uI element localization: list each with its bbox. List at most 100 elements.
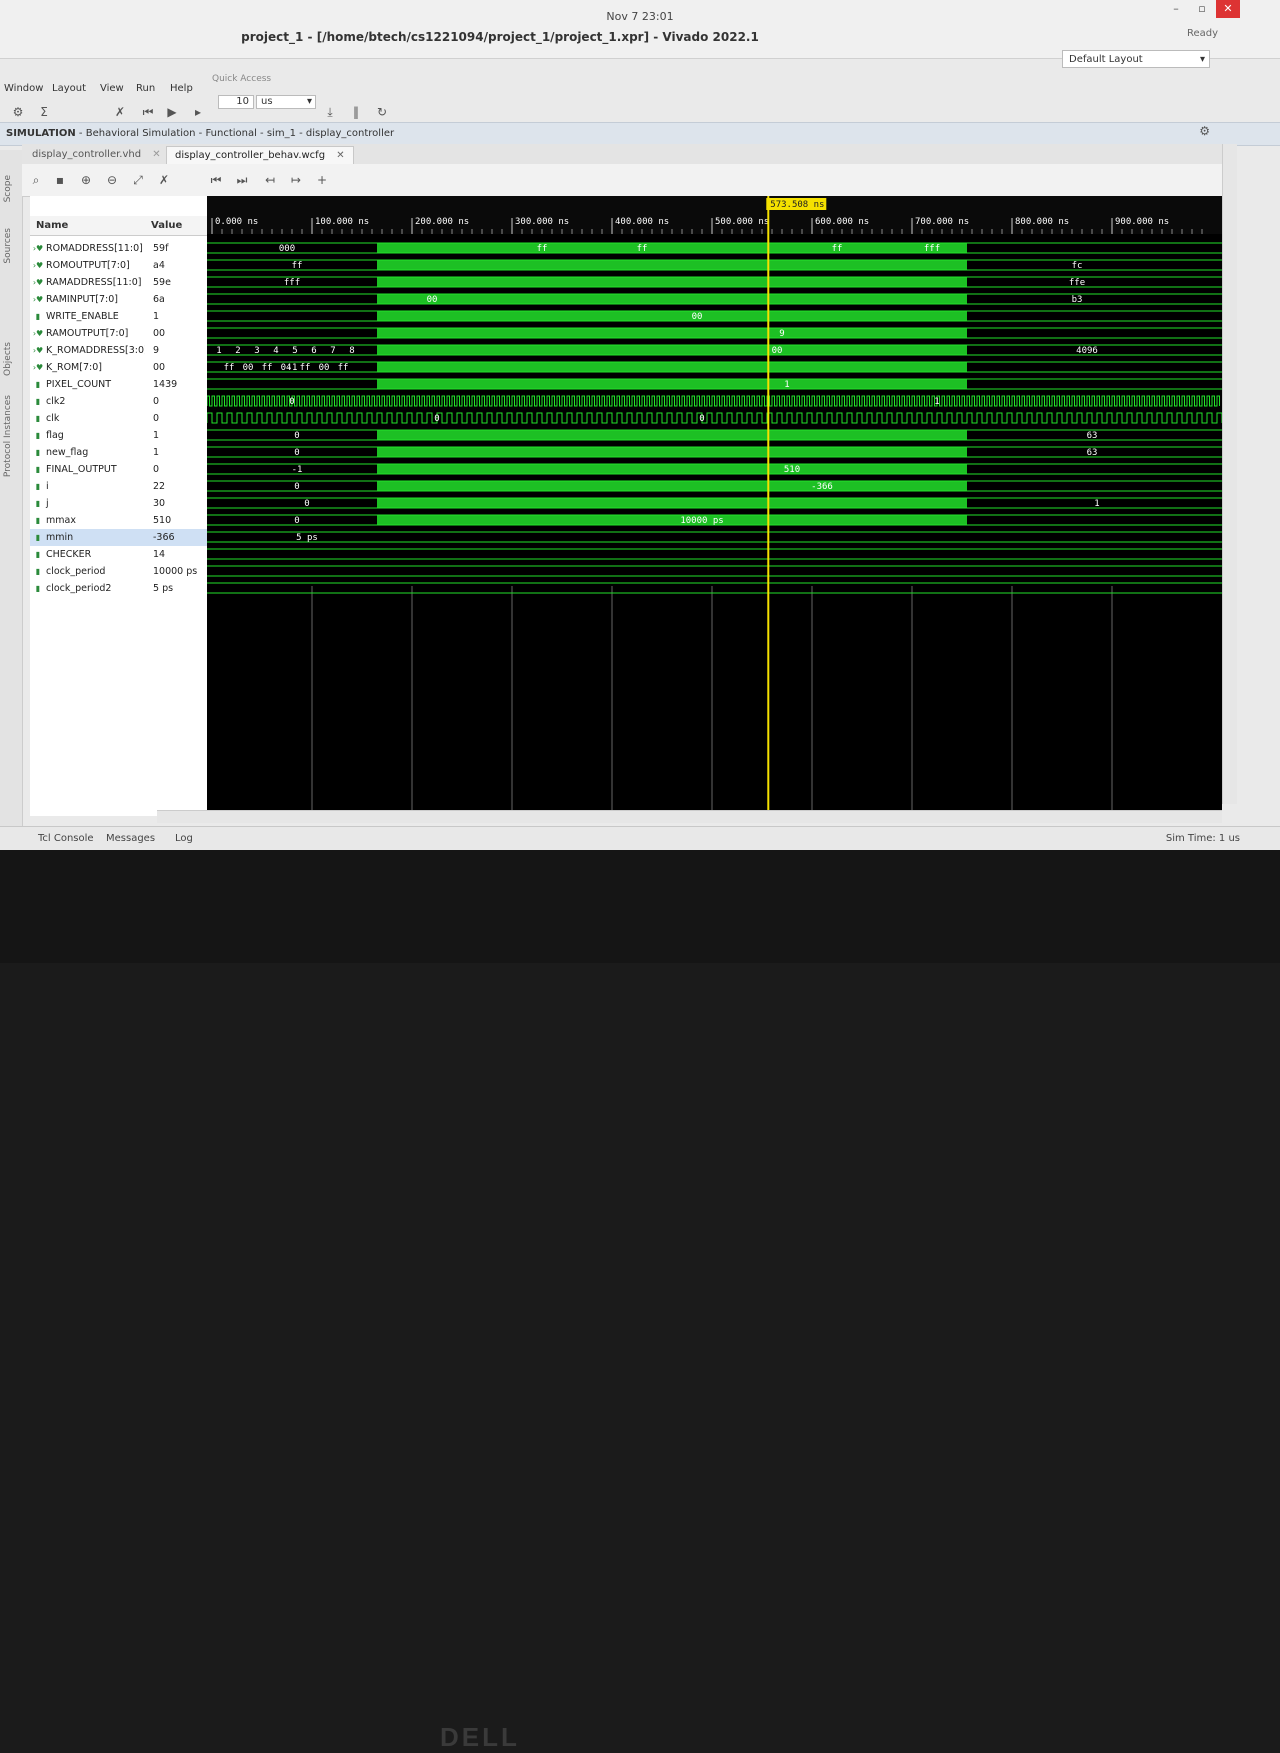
step-icon[interactable]: ⤓ <box>322 104 338 120</box>
run-time-input[interactable]: 10 <box>218 95 254 109</box>
menu-help[interactable]: Help <box>170 83 193 94</box>
search-icon[interactable]: ⌕ <box>28 172 44 188</box>
window-title: project_1 - [/home/btech/cs1221094/proje… <box>241 30 759 44</box>
signal-row[interactable]: ▮ FINAL_OUTPUT <box>30 461 145 478</box>
signal-row[interactable]: ▮ flag <box>30 427 145 444</box>
signal-name: clock_period2 <box>46 583 112 594</box>
bus-signal-icon: ›♥ <box>32 295 44 304</box>
kaddr-step-label: 8 <box>349 346 354 356</box>
signal-row[interactable]: ▮ WRITE_ENABLE <box>30 308 145 325</box>
kaddr-step-label: 5 <box>292 346 297 356</box>
clear-icon[interactable]: ✗ <box>112 104 128 120</box>
run-time-unit-select[interactable]: us ▾ <box>256 95 316 109</box>
tab-tcl-console[interactable]: Tcl Console <box>38 833 94 844</box>
side-tab-scope[interactable]: Scope <box>3 175 13 202</box>
signal-row[interactable]: ▮ clk <box>30 410 145 427</box>
signal-row[interactable]: ▮ clk2 <box>30 393 145 410</box>
side-tab-sources[interactable]: Sources <box>3 228 13 264</box>
bus-signal-icon: ›♥ <box>32 278 44 287</box>
go-first-icon[interactable]: ⏮ <box>208 172 224 188</box>
signal-row[interactable]: ▮ i <box>30 478 145 495</box>
view-settings-gear-icon[interactable]: ⚙ <box>1199 124 1210 138</box>
simulation-label: SIMULATION <box>6 128 76 139</box>
signal-row[interactable]: ▮ j <box>30 495 145 512</box>
sum-icon[interactable]: Σ <box>36 104 52 120</box>
vivado-screen: Nov 7 23:01 project_1 - [/home/btech/cs1… <box>0 0 1280 850</box>
wave-value-label: b3 <box>1072 295 1083 305</box>
signal-icon: ▮ <box>35 312 41 321</box>
clock-waveform <box>206 395 1220 407</box>
settings-gear-icon[interactable]: ⚙ <box>10 104 26 120</box>
signal-row[interactable]: ›♥ ROMOUTPUT[7:0] <box>30 257 145 274</box>
close-button[interactable]: ✕ <box>1216 0 1240 18</box>
wave-value-label: 0 <box>289 397 294 407</box>
value-column-header[interactable]: Value <box>145 216 207 236</box>
activity-band <box>377 311 967 321</box>
tab-wcfg-label: display_controller_behav.wcfg <box>175 150 326 161</box>
side-tab-objects[interactable]: Objects <box>3 342 13 376</box>
signal-row[interactable]: ›♥ RAMADDRESS[11:0] <box>30 274 145 291</box>
vertical-scrollbar[interactable] <box>1222 144 1237 804</box>
signal-row[interactable]: ▮ clock_period2 <box>30 580 145 597</box>
menu-run[interactable]: Run <box>136 83 155 94</box>
menu-layout[interactable]: Layout <box>52 83 86 94</box>
wave-value-label: -366 <box>811 482 833 492</box>
signal-value: 5 ps <box>153 583 174 594</box>
signal-row[interactable]: ▮ mmax <box>30 512 145 529</box>
ruler-label: 200.000 ns <box>415 217 469 227</box>
signal-row[interactable]: ›♥ RAMINPUT[7:0] <box>30 291 145 308</box>
kaddr-step-label: 6 <box>311 346 316 356</box>
minimize-button[interactable]: – <box>1164 0 1188 18</box>
break-icon[interactable]: ‖ <box>348 104 364 120</box>
signal-row[interactable]: ›♥ K_ROMADDRESS[3:0] <box>30 342 145 359</box>
signal-row[interactable]: ›♥ RAMOUTPUT[7:0] <box>30 325 145 342</box>
signal-icon: ▮ <box>35 584 41 593</box>
next-transition-icon[interactable]: ↦ <box>288 172 304 188</box>
run-all-icon[interactable]: ▶ <box>164 104 180 120</box>
zoom-fit-icon[interactable]: ⤢ <box>130 172 146 188</box>
signal-row[interactable]: ▮ PIXEL_COUNT <box>30 376 145 393</box>
bus-signal-icon: ›♥ <box>32 244 44 253</box>
layout-select[interactable]: Default Layout ▾ <box>1062 50 1210 68</box>
close-icon[interactable]: ✕ <box>152 149 160 160</box>
run-for-icon[interactable]: ▸ <box>190 104 206 120</box>
tab-messages[interactable]: Messages <box>106 833 155 844</box>
signal-row[interactable]: ›♥ K_ROM[7:0] <box>30 359 145 376</box>
signal-icon: ▮ <box>35 533 41 542</box>
side-tab-protocol-instances[interactable]: Protocol Instances <box>3 395 13 477</box>
signal-name: RAMOUTPUT[7:0] <box>46 328 129 339</box>
waveform-viewer[interactable]: 0.000 ns 100.000 ns 200.000 ns 300.000 ns 40… <box>206 196 1223 816</box>
maximize-button[interactable]: ▫ <box>1190 0 1214 18</box>
tab-log[interactable]: Log <box>175 833 193 844</box>
activity-band <box>377 515 967 525</box>
wave-value-label: 0 <box>304 499 309 509</box>
waveform-canvas[interactable]: 0.000 ns 100.000 ns 200.000 ns 300.000 ns 40… <box>206 196 1223 816</box>
menu-view[interactable]: View <box>100 83 124 94</box>
prev-transition-icon[interactable]: ↤ <box>262 172 278 188</box>
signal-name: PIXEL_COUNT <box>46 379 112 390</box>
close-icon[interactable]: ✕ <box>336 150 344 161</box>
horizontal-scrollbar[interactable] <box>157 810 1222 823</box>
name-column-header[interactable]: Name <box>30 216 145 236</box>
signal-row[interactable]: ▮ CHECKER <box>30 546 145 563</box>
menu-window[interactable]: Window <box>4 83 43 94</box>
signal-row[interactable]: ▮ clock_period <box>30 563 145 580</box>
add-marker-icon[interactable]: + <box>314 172 330 188</box>
wave-value-label: -1 <box>292 465 303 475</box>
zoom-out-icon[interactable]: ⊖ <box>104 172 120 188</box>
restart-icon[interactable]: ⏮ <box>140 104 156 120</box>
signal-value: 0 <box>153 464 160 475</box>
kaddr-step-label: 7 <box>330 346 335 356</box>
tab-wcfg-file[interactable]: display_controller_behav.wcfg ✕ <box>166 146 354 165</box>
relaunch-icon[interactable]: ↻ <box>374 104 390 120</box>
krom-step-label: ff <box>338 363 349 373</box>
go-last-icon[interactable]: ⏭ <box>234 172 250 188</box>
signal-row[interactable]: ▮ new_flag <box>30 444 145 461</box>
tab-vhd-file[interactable]: display_controller.vhd ✕ <box>24 146 169 164</box>
signal-row[interactable]: ›♥ ROMADDRESS[11:0] <box>30 240 145 257</box>
cursor-icon[interactable]: ✗ <box>156 172 172 188</box>
signal-name: ROMOUTPUT[7:0] <box>46 260 130 271</box>
signal-row[interactable]: ▮ mmin <box>30 529 145 546</box>
save-icon[interactable]: ▪ <box>52 172 68 188</box>
zoom-in-icon[interactable]: ⊕ <box>78 172 94 188</box>
